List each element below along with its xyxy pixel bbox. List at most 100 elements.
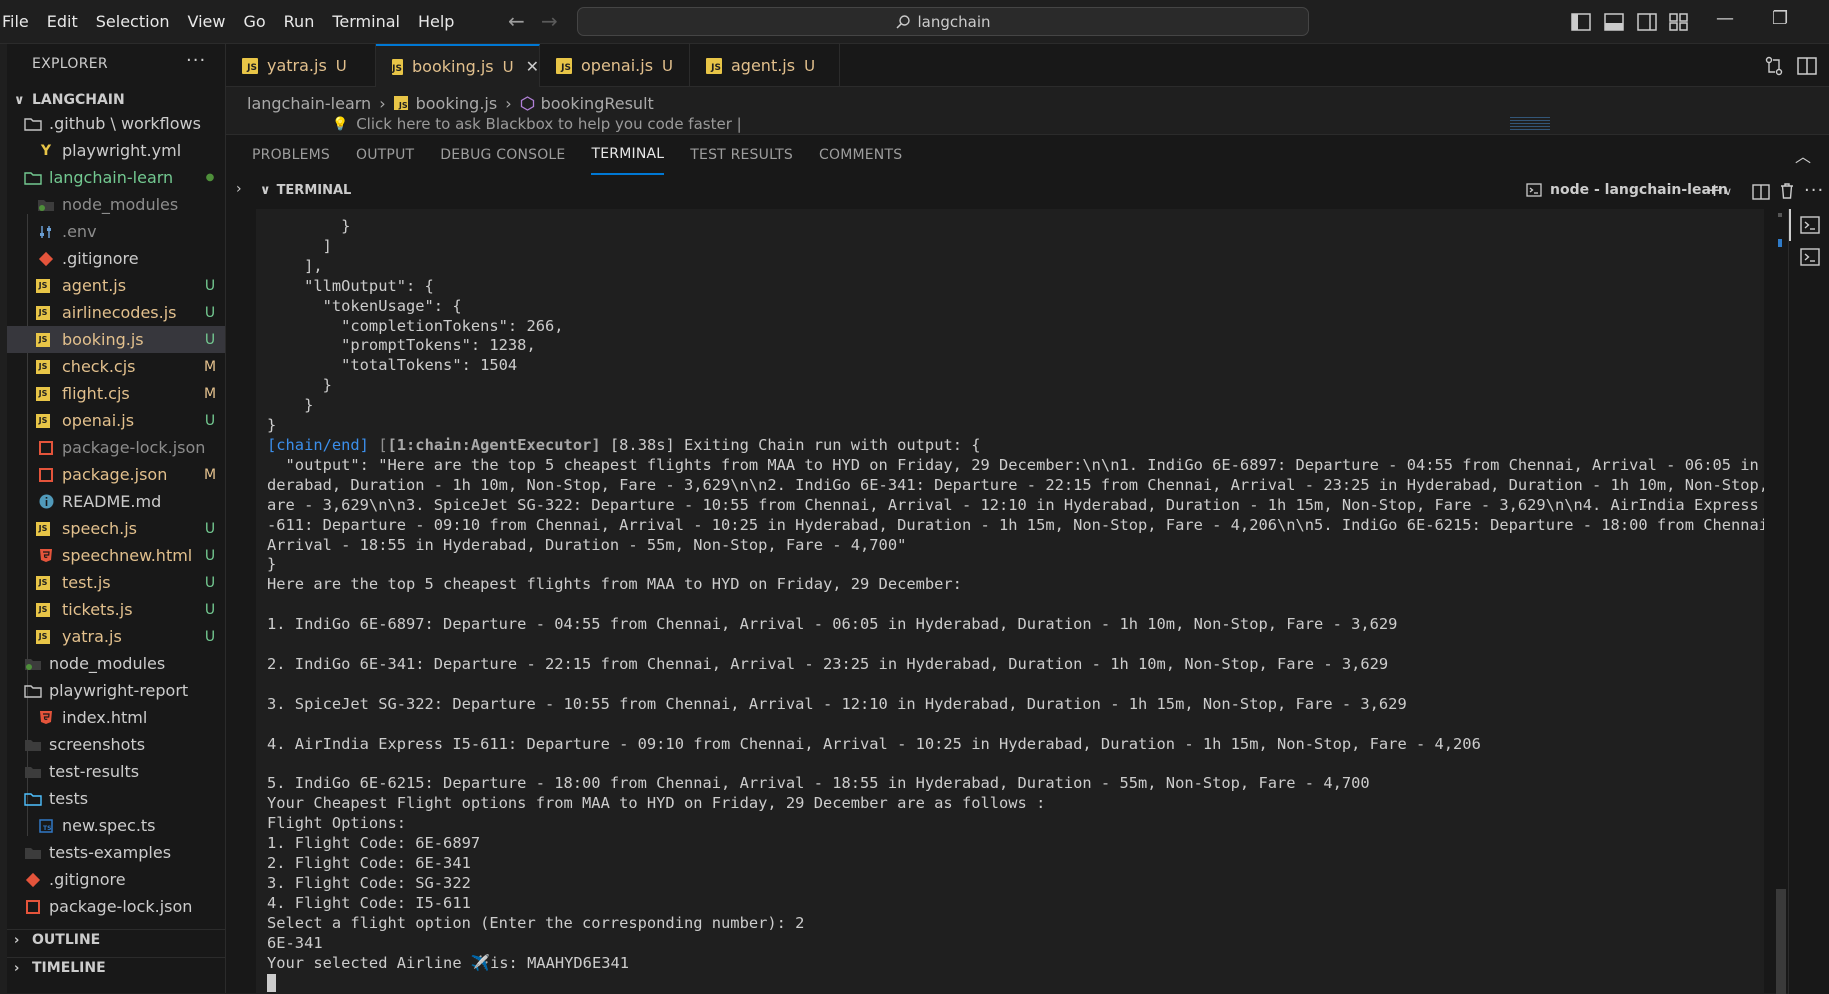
more-icon[interactable]: ··· [186, 50, 206, 71]
layout-sidebar-left-icon[interactable] [1570, 11, 1592, 33]
breadcrumb: langchain-learn › JS booking.js › bookin… [247, 92, 654, 114]
layout-sidebar-right-icon[interactable] [1636, 11, 1658, 33]
git-status-badge: U [204, 331, 216, 348]
menu-selection[interactable]: Selection [87, 0, 179, 44]
outline-section[interactable]: › OUTLINE [14, 932, 100, 948]
file-speech-js[interactable]: JS speech.js U [7, 515, 225, 542]
terminal-scrollbar[interactable] [1774, 209, 1786, 994]
close-icon[interactable]: ✕ [526, 57, 539, 76]
file-index-html[interactable]: index.html [7, 704, 225, 731]
file-root-gitignore[interactable]: .gitignore [7, 866, 225, 893]
folder-icon [23, 762, 43, 782]
js-file-icon: JS [36, 521, 50, 536]
explorer-sidebar: EXPLORER ··· ∨ LANGCHAIN .github \ workf… [0, 44, 226, 993]
tab-debug-console[interactable]: DEBUG CONSOLE [440, 135, 565, 175]
menu-go[interactable]: Go [234, 0, 274, 44]
tab-problems[interactable]: PROBLEMS [252, 135, 330, 175]
file-root-package-lock-json[interactable]: package-lock.json [7, 893, 225, 920]
minimize-icon[interactable]: — [1716, 8, 1734, 29]
file-env[interactable]: .env [7, 218, 225, 245]
file-test-js[interactable]: JS test.js U [7, 569, 225, 596]
tab-terminal[interactable]: TERMINAL [591, 135, 665, 175]
split-terminal-icon[interactable] [1752, 183, 1770, 201]
compare-changes-icon[interactable] [1763, 55, 1785, 77]
chevron-up-icon[interactable]: ︿ [1795, 143, 1811, 167]
folder-playwright-report[interactable]: playwright-report [7, 677, 225, 704]
terminal-icon[interactable] [1799, 246, 1821, 268]
file-yatra-js[interactable]: JS yatra.js U [7, 623, 225, 650]
tab-output[interactable]: OUTPUT [356, 135, 414, 175]
terminal-instance[interactable]: node - langchain-learn [1526, 182, 1728, 198]
file-playwright-yml[interactable]: Y playwright.yml [7, 137, 225, 164]
arrow-left-icon[interactable]: ← [508, 9, 525, 33]
folder-github-workflows[interactable]: .github \ workflows [7, 110, 225, 137]
menu-file[interactable]: File [0, 0, 38, 44]
file-agent-js[interactable]: JS agent.js U [7, 272, 225, 299]
trash-icon[interactable] [1779, 182, 1795, 200]
menu-edit[interactable]: Edit [38, 0, 87, 44]
git-status-badge: U [204, 601, 216, 618]
title-bar: File Edit Selection View Go Run Terminal… [0, 0, 1829, 44]
terminal-output[interactable]: } ] ], "llmOutput": { "tokenUsage": { "c… [256, 209, 1764, 994]
chevron-down-icon[interactable]: ∨ [1724, 185, 1732, 198]
file-check-cjs[interactable]: JS check.cjs M [7, 353, 225, 380]
workspace-root[interactable]: ∨ LANGCHAIN [14, 92, 125, 108]
menu-view[interactable]: View [179, 0, 235, 44]
blackbox-hint[interactable]: 💡 Click here to ask Blackbox to help you… [332, 115, 742, 133]
file-tickets-js[interactable]: JS tickets.js U [7, 596, 225, 623]
restore-icon[interactable]: ❐ [1772, 8, 1788, 29]
chevron-right-icon[interactable]: › [236, 181, 242, 197]
breadcrumb-symbol[interactable]: bookingResult [541, 94, 654, 113]
more-icon[interactable]: ··· [1804, 180, 1824, 201]
scrollbar-thumb[interactable] [1776, 889, 1786, 994]
file-new-spec-ts[interactable]: TS new.spec.ts [7, 812, 225, 839]
js-file-icon: JS [392, 58, 403, 75]
folder-tests[interactable]: tests [7, 785, 225, 812]
menu-help[interactable]: Help [409, 0, 463, 44]
terminal-section-title[interactable]: ∨ TERMINAL [260, 183, 351, 198]
tab-test-results[interactable]: TEST RESULTS [690, 135, 793, 175]
folder-screenshots[interactable]: screenshots [7, 731, 225, 758]
folder-node-icon [23, 654, 43, 674]
menu-terminal[interactable]: Terminal [323, 0, 409, 44]
menu-run[interactable]: Run [275, 0, 324, 44]
command-center-text: langchain [917, 12, 991, 31]
split-editor-icon[interactable] [1796, 55, 1818, 77]
terminal-icon[interactable] [1799, 214, 1821, 236]
chevron-right-icon: › [14, 932, 20, 948]
file-flight-cjs[interactable]: JS flight.cjs M [7, 380, 225, 407]
tab-booking-js[interactable]: JS booking.js U ✕ [376, 44, 540, 87]
file-speechnew-html[interactable]: speechnew.html U [7, 542, 225, 569]
tab-agent-js[interactable]: JS agent.js U [690, 44, 840, 87]
chevron-right-icon: › [14, 960, 20, 976]
file-package-json[interactable]: package.json M [7, 461, 225, 488]
file-readme-md[interactable]: README.md [7, 488, 225, 515]
terminal-name: node - langchain-learn [1550, 182, 1728, 198]
folder-test-results[interactable]: test-results [7, 758, 225, 785]
arrow-right-icon[interactable]: → [541, 9, 558, 33]
customize-layout-icon[interactable] [1668, 11, 1690, 33]
tab-comments[interactable]: COMMENTS [819, 135, 902, 175]
folder-node-icon [36, 195, 56, 215]
file-gitignore[interactable]: .gitignore [7, 245, 225, 272]
git-status-badge: U [204, 628, 216, 645]
breadcrumb-file[interactable]: booking.js [416, 94, 498, 113]
tab-yatra-js[interactable]: JS yatra.js U [226, 44, 376, 87]
terminal-cursor [267, 973, 276, 992]
file-airlinecodes-js[interactable]: JS airlinecodes.js U [7, 299, 225, 326]
breadcrumb-folder[interactable]: langchain-learn [247, 94, 371, 113]
folder-node-modules-root[interactable]: node_modules [7, 650, 225, 677]
command-center[interactable]: langchain [577, 7, 1309, 36]
agent-executor-tag: [1:chain:AgentExecutor] [387, 435, 601, 454]
folder-langchain-learn[interactable]: langchain-learn ● [7, 164, 225, 191]
tab-openai-js[interactable]: JS openai.js U [540, 44, 690, 87]
folder-node-modules[interactable]: node_modules [7, 191, 225, 218]
file-openai-js[interactable]: JS openai.js U [7, 407, 225, 434]
file-booking-js[interactable]: JS booking.js U [7, 326, 225, 353]
timeline-section[interactable]: › TIMELINE [14, 960, 106, 976]
add-terminal-icon[interactable]: + [1707, 180, 1722, 201]
terminal-tabs-list [1788, 209, 1829, 994]
folder-tests-examples[interactable]: tests-examples [7, 839, 225, 866]
file-package-lock-json[interactable]: package-lock.json [7, 434, 225, 461]
layout-panel-icon[interactable] [1603, 11, 1625, 33]
